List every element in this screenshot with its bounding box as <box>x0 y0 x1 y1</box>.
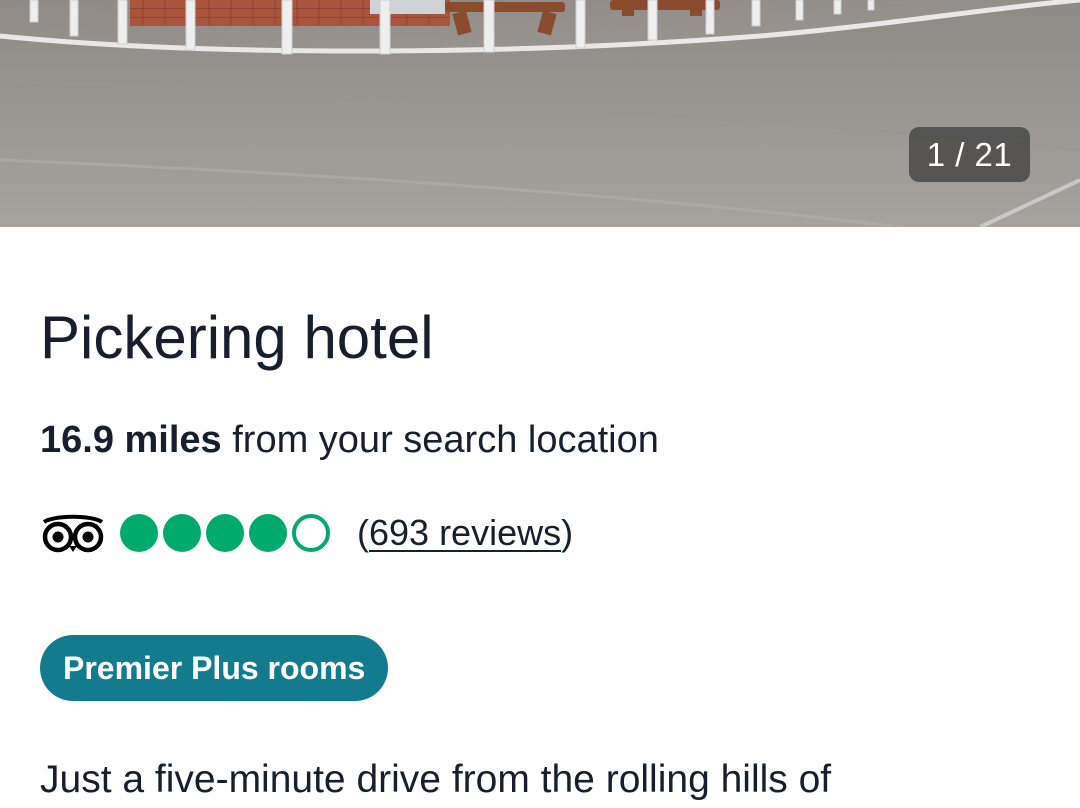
premier-plus-badge: Premier Plus rooms <box>40 635 389 701</box>
hotel-photo-gallery[interactable]: 1 / 21 <box>0 0 1080 227</box>
distance-suffix: from your search location <box>221 419 659 461</box>
rating-bubble-filled <box>206 514 244 552</box>
hotel-description: Just a five-minute drive from the rollin… <box>40 758 832 801</box>
reviews-link[interactable]: 693 reviews <box>369 512 561 553</box>
reviews-text: (693 reviews) <box>357 512 573 554</box>
hotel-details-page: 1 / 21 Pickering hotel 16.9 miles from y… <box>0 0 1080 808</box>
rating-bubble-empty <box>292 514 330 552</box>
distance-value: 16.9 miles <box>40 419 222 461</box>
rating-bubble-filled <box>120 514 158 552</box>
rating-bubbles <box>120 514 335 552</box>
hotel-title: Pickering hotel <box>40 304 434 371</box>
distance-text: 16.9 miles from your search location <box>40 414 659 466</box>
photo-counter: 1 / 21 <box>909 127 1030 182</box>
tripadvisor-rating: (693 reviews) <box>40 508 573 558</box>
hotel-photo <box>0 0 1080 227</box>
reviews-open-paren: ( <box>357 512 369 553</box>
tripadvisor-owl-icon <box>42 514 104 553</box>
reviews-close-paren: ) <box>561 512 574 553</box>
rating-bubble-filled <box>163 514 201 552</box>
rating-bubble-filled <box>249 514 287 552</box>
